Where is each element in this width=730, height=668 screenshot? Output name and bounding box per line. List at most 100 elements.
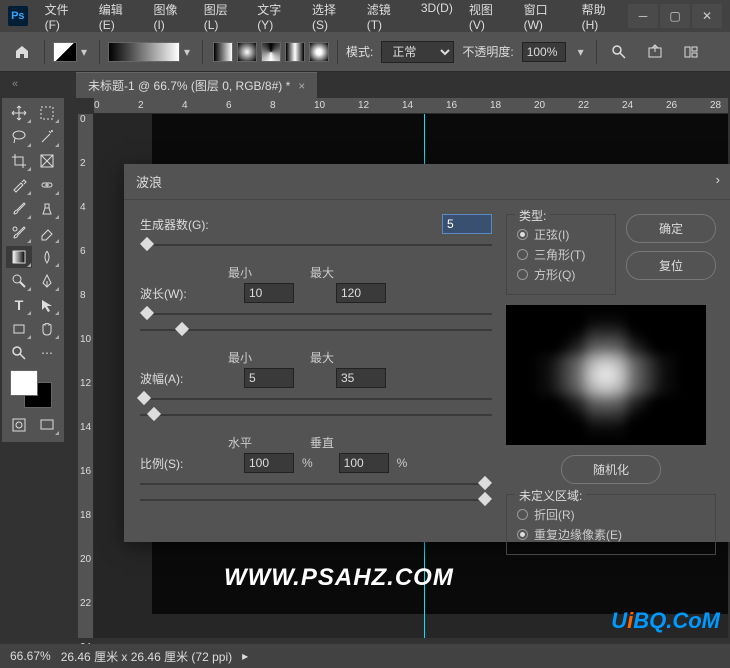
ruler-tick: 0	[80, 114, 86, 125]
wavelength-min-input[interactable]	[244, 283, 294, 303]
generators-input[interactable]	[442, 214, 492, 234]
chevron-down-icon[interactable]: ▾	[574, 42, 588, 62]
foreground-color[interactable]	[10, 370, 38, 396]
menu-file[interactable]: 文件(F)	[38, 0, 90, 36]
workspace-icon[interactable]	[677, 38, 705, 66]
blur-tool-icon[interactable]	[34, 246, 60, 268]
maximize-button[interactable]: ▢	[660, 4, 690, 28]
gradient-reflected-icon[interactable]	[285, 42, 305, 62]
menu-layer[interactable]: 图层(L)	[197, 0, 248, 36]
quickmask-icon[interactable]	[6, 414, 32, 436]
eraser-tool-icon[interactable]	[34, 222, 60, 244]
rectangle-tool-icon[interactable]	[6, 318, 32, 340]
share-icon[interactable]	[641, 38, 669, 66]
home-icon[interactable]	[8, 38, 36, 66]
clone-stamp-tool-icon[interactable]	[34, 198, 60, 220]
menu-3d[interactable]: 3D(D)	[414, 0, 460, 36]
amplitude-max-slider[interactable]	[140, 408, 492, 422]
healing-brush-tool-icon[interactable]	[34, 174, 60, 196]
brush-tool-icon[interactable]	[6, 198, 32, 220]
ok-button[interactable]: 确定	[626, 214, 716, 243]
wavelength-max-slider[interactable]	[140, 323, 492, 337]
app-logo: Ps	[8, 6, 28, 26]
chevron-right-icon[interactable]: ▸	[242, 649, 248, 663]
close-window-button[interactable]: ✕	[692, 4, 722, 28]
type-triangle-radio[interactable]: 三角形(T)	[517, 246, 605, 263]
scale-vert-input[interactable]	[339, 453, 389, 473]
menu-edit[interactable]: 编辑(E)	[92, 0, 145, 36]
dialog-close-icon[interactable]: ›	[716, 172, 720, 191]
move-tool-icon[interactable]	[6, 102, 32, 124]
minimize-button[interactable]: ─	[628, 4, 658, 28]
pen-tool-icon[interactable]	[34, 270, 60, 292]
scale-horiz-slider[interactable]	[140, 477, 492, 491]
gradient-linear-icon[interactable]	[213, 42, 233, 62]
wavelength-max-input[interactable]	[336, 283, 386, 303]
blend-mode-select[interactable]: 正常	[381, 41, 454, 63]
marquee-tool-icon[interactable]	[34, 102, 60, 124]
randomize-button[interactable]: 随机化	[561, 455, 661, 484]
crop-tool-icon[interactable]	[6, 150, 32, 172]
tab-close-icon[interactable]: ×	[298, 79, 305, 93]
type-tool-icon[interactable]: T	[6, 294, 32, 316]
magic-wand-tool-icon[interactable]	[34, 126, 60, 148]
divider	[99, 40, 100, 64]
hand-tool-icon[interactable]	[34, 318, 60, 340]
lasso-tool-icon[interactable]	[6, 126, 32, 148]
ruler-tick: 2	[80, 158, 86, 169]
gradient-diamond-icon[interactable]	[309, 42, 329, 62]
zoom-level[interactable]: 66.67%	[10, 649, 51, 663]
path-select-tool-icon[interactable]	[34, 294, 60, 316]
wavelength-label: 波长(W):	[140, 285, 220, 302]
scale-horiz-input[interactable]	[244, 453, 294, 473]
type-sine-radio[interactable]: 正弦(I)	[517, 226, 605, 243]
color-picker[interactable]	[6, 370, 58, 410]
amplitude-min-input[interactable]	[244, 368, 294, 388]
amplitude-label: 波幅(A):	[140, 370, 220, 387]
scale-vert-slider[interactable]	[140, 493, 492, 507]
collapse-handle-icon[interactable]: «	[12, 78, 18, 90]
vertical-ruler[interactable]: 024681012141618202224	[78, 114, 94, 638]
ruler-tick: 18	[80, 510, 91, 521]
menu-filter[interactable]: 滤镜(T)	[360, 0, 412, 36]
wavelength-min-slider[interactable]	[140, 307, 492, 321]
menu-type[interactable]: 文字(Y)	[250, 0, 303, 36]
menu-window[interactable]: 窗口(W)	[517, 0, 573, 36]
menu-view[interactable]: 视图(V)	[462, 0, 515, 36]
chevron-down-icon[interactable]: ▾	[77, 42, 91, 62]
toolbox: T ⋯	[2, 98, 64, 442]
zoom-tool-icon[interactable]	[6, 342, 32, 364]
chevron-down-icon[interactable]: ▾	[180, 42, 194, 62]
search-icon[interactable]	[605, 38, 633, 66]
horizontal-ruler[interactable]: 0246810121416182022242628	[94, 98, 728, 114]
undef-repeat-radio[interactable]: 重复边缘像素(E)	[517, 526, 705, 543]
foreground-swatch[interactable]: ▾	[53, 42, 91, 62]
menu-select[interactable]: 选择(S)	[305, 0, 358, 36]
undef-wrap-radio[interactable]: 折回(R)	[517, 506, 705, 523]
gradient-radial-icon[interactable]	[237, 42, 257, 62]
ruler-tick: 4	[80, 202, 86, 213]
eyedropper-tool-icon[interactable]	[6, 174, 32, 196]
gradient-picker[interactable]: ▾	[108, 42, 194, 62]
document-tab[interactable]: 未标题-1 @ 66.7% (图层 0, RGB/8#) * ×	[76, 72, 317, 98]
menu-help[interactable]: 帮助(H)	[575, 0, 628, 36]
type-square-radio[interactable]: 方形(Q)	[517, 266, 605, 283]
screenmode-icon[interactable]	[34, 414, 60, 436]
ruler-tick: 0	[94, 100, 100, 111]
generators-slider[interactable]	[140, 238, 492, 252]
frame-tool-icon[interactable]	[34, 150, 60, 172]
gradient-preview[interactable]	[108, 42, 180, 62]
dialog-titlebar[interactable]: 波浪 ›	[124, 164, 730, 200]
gradient-tool-icon[interactable]	[6, 246, 32, 268]
more-tools-icon[interactable]: ⋯	[34, 342, 60, 364]
amplitude-min-slider[interactable]	[140, 392, 492, 406]
opacity-input[interactable]	[522, 42, 566, 62]
opacity-label: 不透明度:	[462, 43, 513, 60]
gradient-angle-icon[interactable]	[261, 42, 281, 62]
reset-button[interactable]: 复位	[626, 251, 716, 280]
menu-image[interactable]: 图像(I)	[146, 0, 194, 36]
amplitude-max-input[interactable]	[336, 368, 386, 388]
dodge-tool-icon[interactable]	[6, 270, 32, 292]
divider	[44, 40, 45, 64]
history-brush-tool-icon[interactable]	[6, 222, 32, 244]
